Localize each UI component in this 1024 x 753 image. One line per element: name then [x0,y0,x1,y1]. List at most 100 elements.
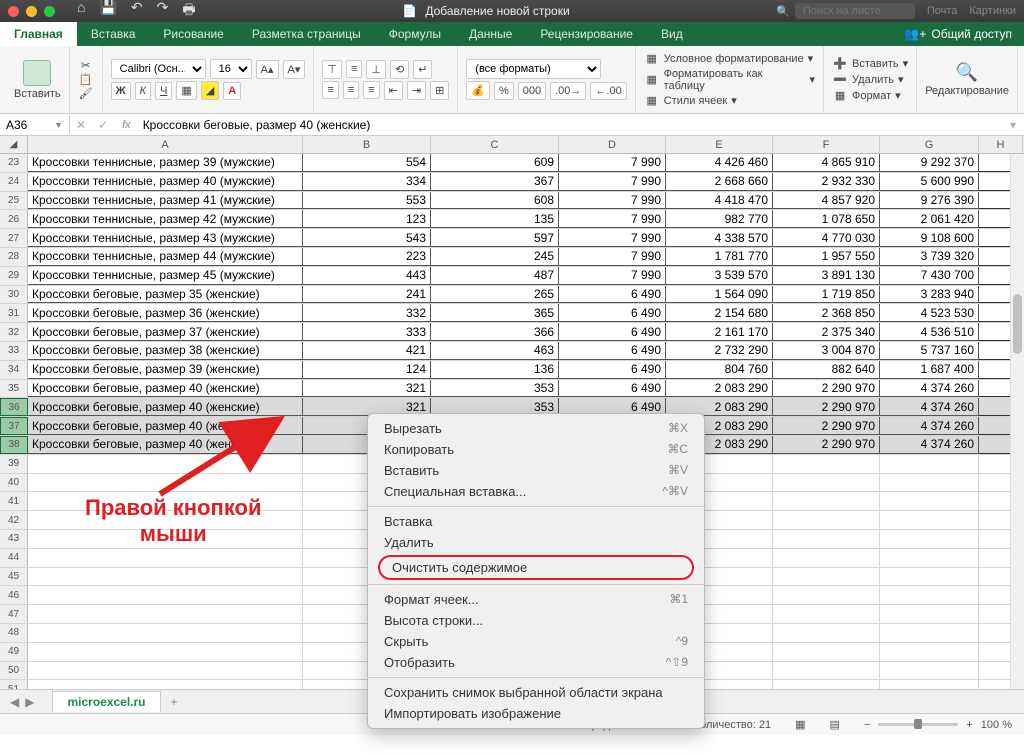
merge-button[interactable]: ⊞ [430,81,449,100]
cell[interactable] [880,455,979,473]
delete-cells-button[interactable]: ➖Удалить ▾ [832,73,904,87]
cell[interactable]: Кроссовки беговые, размер 35 (женские) [28,286,303,304]
cell[interactable]: 2 083 290 [666,380,773,398]
cell[interactable]: 6 490 [559,342,666,360]
cell[interactable]: 4 338 570 [666,229,773,247]
cell[interactable]: 7 990 [559,210,666,228]
cell[interactable]: Кроссовки беговые, размер 39 (женские) [28,361,303,379]
align-right-button[interactable]: ≡ [363,81,379,99]
table-row[interactable]: 31 Кроссовки беговые, размер 36 (женские… [0,304,1024,323]
row-header[interactable]: 43 [0,530,28,548]
cell[interactable]: 2 290 970 [773,398,880,416]
cell[interactable] [28,586,303,604]
cell[interactable]: 804 760 [666,361,773,379]
cell[interactable] [28,605,303,623]
cell[interactable]: 4 536 510 [880,323,979,341]
cell[interactable] [773,568,880,586]
table-row[interactable]: 25 Кроссовки теннисные, размер 41 (мужск… [0,192,1024,211]
cell[interactable]: 4 865 910 [773,154,880,172]
tab-home[interactable]: Главная [0,22,77,46]
context-menu-item[interactable]: Удалить [368,532,704,553]
cell[interactable]: 421 [303,342,431,360]
print-icon[interactable]: 🖶 [182,0,195,23]
cell-styles-button[interactable]: ▦Стили ячеек ▾ [644,94,737,108]
context-menu-item[interactable]: Вставка [368,511,704,532]
context-menu-item[interactable]: Формат ячеек...⌘1 [368,589,704,610]
cell[interactable]: 2 368 850 [773,304,880,322]
context-menu-item[interactable]: Отобразить^⇧9 [368,652,704,673]
zoom-slider-handle[interactable] [914,719,922,729]
view-page-icon[interactable]: ▤ [830,718,840,731]
cell[interactable]: 487 [431,267,559,285]
row-header[interactable]: 51 [0,680,28,689]
cell[interactable]: 333 [303,323,431,341]
cell[interactable]: 982 770 [666,210,773,228]
row-header[interactable]: 30 [0,286,28,304]
cell[interactable]: 6 490 [559,304,666,322]
cell[interactable]: Кроссовки теннисные, размер 41 (мужские) [28,192,303,210]
font-size-select[interactable]: 16 [210,59,252,79]
cell[interactable]: 3 539 570 [666,267,773,285]
percent-button[interactable]: % [494,82,514,100]
row-header[interactable]: 32 [0,323,28,341]
cell[interactable] [773,680,880,689]
cell[interactable]: 1 957 550 [773,248,880,266]
format-as-table-button[interactable]: ▦Форматировать как таблицу ▾ [644,68,815,92]
cell[interactable]: 5 737 160 [880,342,979,360]
tab-insert[interactable]: Вставка [77,22,150,46]
add-sheet-button[interactable]: + [161,692,188,712]
context-menu-item[interactable]: Очистить содержимое [378,555,694,580]
cell[interactable]: 443 [303,267,431,285]
menu-images[interactable]: Картинки [969,5,1016,17]
cell[interactable]: 136 [431,361,559,379]
align-top-button[interactable]: ⊤ [322,60,342,79]
cell[interactable]: 1 078 650 [773,210,880,228]
cell[interactable]: 2 668 660 [666,173,773,191]
cell[interactable]: 9 108 600 [880,229,979,247]
context-menu-item[interactable]: Импортировать изображение [368,703,704,724]
cell[interactable]: 2 290 970 [773,436,880,454]
context-menu-item[interactable]: Вставить⌘V [368,460,704,481]
cell[interactable]: 5 600 990 [880,173,979,191]
row-header[interactable]: 31 [0,304,28,322]
cell[interactable] [28,680,303,689]
cell[interactable] [28,662,303,680]
cell[interactable] [880,474,979,492]
zoom-out-icon[interactable]: − [864,719,870,731]
cell[interactable] [880,530,979,548]
redo-icon[interactable]: ↷ [157,0,169,23]
format-cells-button[interactable]: ▦Формат ▾ [832,89,901,103]
cell[interactable]: 6 490 [559,323,666,341]
col-header-H[interactable]: H [979,136,1023,153]
col-header-D[interactable]: D [559,136,666,153]
table-row[interactable]: 24 Кроссовки теннисные, размер 40 (мужск… [0,173,1024,192]
bold-button[interactable]: Ж [111,82,131,100]
context-menu-item[interactable]: Вырезать⌘X [368,418,704,439]
menu-mail[interactable]: Почта [927,5,958,17]
tab-review[interactable]: Рецензирование [526,22,647,46]
row-header[interactable]: 45 [0,568,28,586]
cell[interactable]: 332 [303,304,431,322]
font-color-button[interactable]: A [223,82,241,100]
cell[interactable]: 123 [303,210,431,228]
cell[interactable]: 7 430 700 [880,267,979,285]
row-header[interactable]: 36 [0,398,28,416]
cell[interactable]: 124 [303,361,431,379]
cell[interactable]: 366 [431,323,559,341]
cell[interactable]: 1 564 090 [666,286,773,304]
cell[interactable]: 3 004 870 [773,342,880,360]
context-menu-item[interactable]: Специальная вставка...^⌘V [368,481,704,502]
cell[interactable]: 6 490 [559,380,666,398]
vertical-scrollbar[interactable] [1010,154,1024,689]
cell[interactable]: 2 290 970 [773,380,880,398]
row-header[interactable]: 23 [0,154,28,172]
search-input[interactable] [795,3,915,19]
row-header[interactable]: 38 [0,436,28,454]
tab-data[interactable]: Данные [455,22,526,46]
select-all-corner[interactable]: ◢ [0,136,28,153]
cell[interactable]: 7 990 [559,192,666,210]
row-header[interactable]: 34 [0,361,28,379]
maximize-window-button[interactable] [44,6,55,17]
cell[interactable] [880,549,979,567]
tab-page-layout[interactable]: Разметка страницы [238,22,375,46]
